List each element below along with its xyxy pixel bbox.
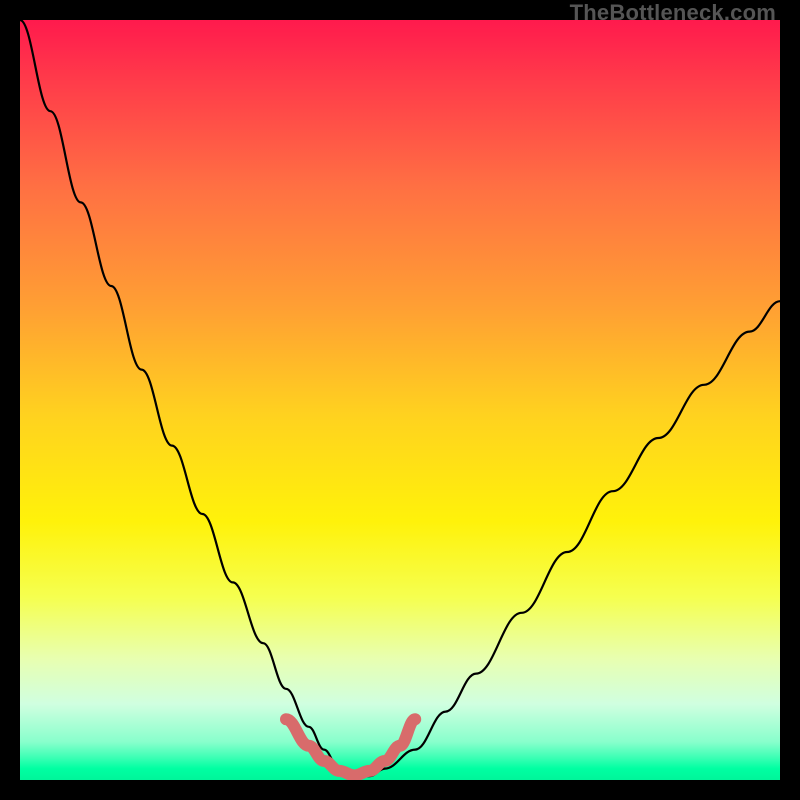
bottleneck-curve <box>20 20 780 776</box>
plot-area <box>20 20 780 780</box>
optimal-band <box>286 719 415 775</box>
chart-svg <box>20 20 780 780</box>
chart-frame: TheBottleneck.com <box>0 0 800 800</box>
